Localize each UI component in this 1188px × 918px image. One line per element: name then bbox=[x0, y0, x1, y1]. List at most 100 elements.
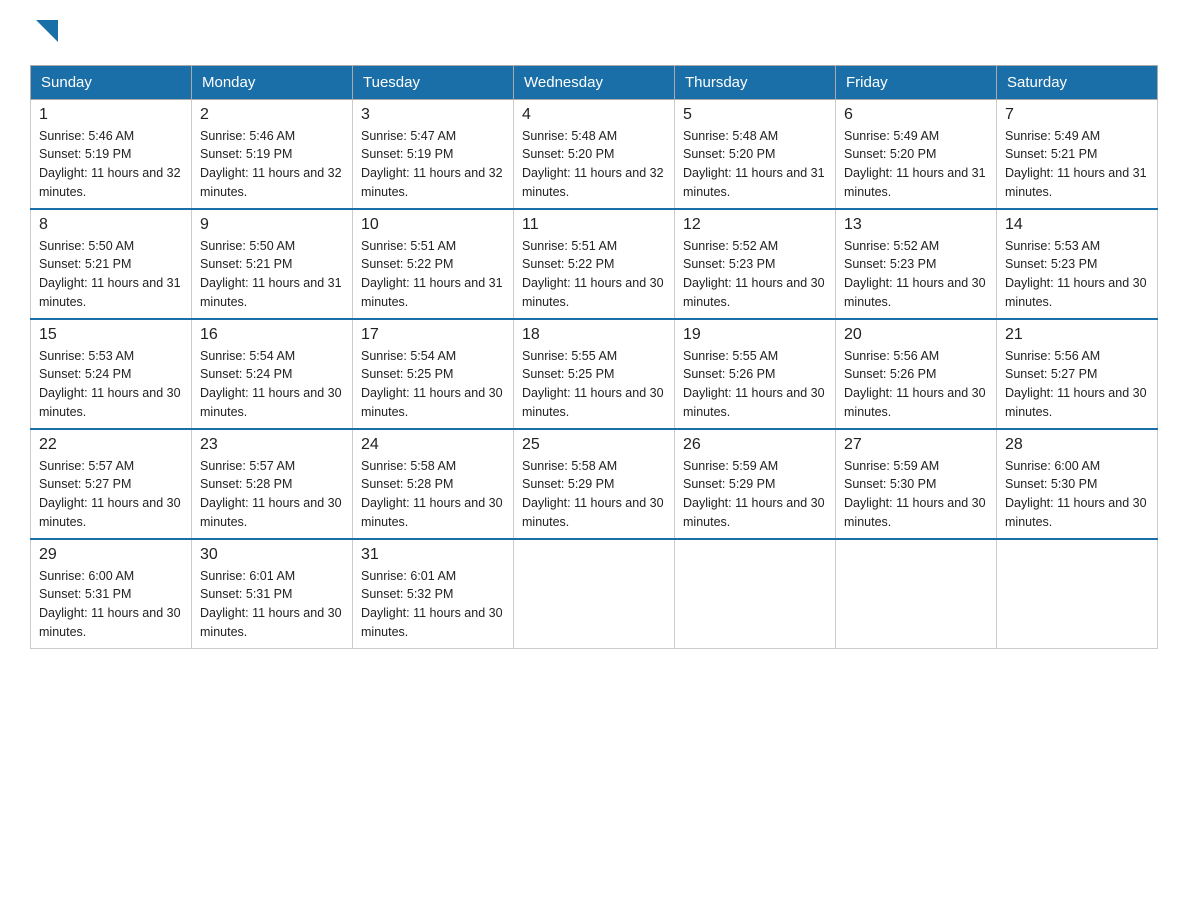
calendar-cell: 8 Sunrise: 5:50 AMSunset: 5:21 PMDaylight… bbox=[31, 209, 192, 319]
day-number: 17 bbox=[361, 326, 505, 344]
day-info: Sunrise: 6:01 AMSunset: 5:32 PMDaylight:… bbox=[361, 567, 505, 642]
day-number: 18 bbox=[522, 326, 666, 344]
day-number: 28 bbox=[1005, 436, 1149, 454]
day-number: 7 bbox=[1005, 106, 1149, 124]
day-info: Sunrise: 5:49 AMSunset: 5:20 PMDaylight:… bbox=[844, 127, 988, 202]
calendar-cell: 11 Sunrise: 5:51 AMSunset: 5:22 PMDayligh… bbox=[514, 209, 675, 319]
day-info: Sunrise: 5:48 AMSunset: 5:20 PMDaylight:… bbox=[683, 127, 827, 202]
calendar-cell: 18 Sunrise: 5:55 AMSunset: 5:25 PMDayligh… bbox=[514, 319, 675, 429]
day-info: Sunrise: 6:01 AMSunset: 5:31 PMDaylight:… bbox=[200, 567, 344, 642]
page-header bbox=[30, 20, 1158, 47]
calendar-cell: 12 Sunrise: 5:52 AMSunset: 5:23 PMDayligh… bbox=[675, 209, 836, 319]
day-number: 30 bbox=[200, 546, 344, 564]
calendar-cell: 4Sunrise: 5:48 AMSunset: 5:20 PMDaylight… bbox=[514, 99, 675, 209]
calendar-cell bbox=[997, 539, 1158, 649]
logo-triangle-icon bbox=[36, 20, 58, 42]
day-number: 13 bbox=[844, 216, 988, 234]
calendar-cell bbox=[836, 539, 997, 649]
calendar-cell: 27 Sunrise: 5:59 AMSunset: 5:30 PMDayligh… bbox=[836, 429, 997, 539]
calendar-week-row: 22Sunrise: 5:57 AMSunset: 5:27 PMDayligh… bbox=[31, 429, 1158, 539]
calendar-cell: 2 Sunrise: 5:46 AMSunset: 5:19 PMDaylight… bbox=[192, 99, 353, 209]
day-number: 27 bbox=[844, 436, 988, 454]
day-header-sunday: Sunday bbox=[31, 65, 192, 99]
day-number: 8 bbox=[39, 216, 183, 234]
day-info: Sunrise: 5:54 AMSunset: 5:25 PMDaylight:… bbox=[361, 347, 505, 422]
calendar-table: SundayMondayTuesdayWednesdayThursdayFrid… bbox=[30, 65, 1158, 649]
day-info: Sunrise: 5:52 AMSunset: 5:23 PMDaylight:… bbox=[683, 237, 827, 312]
day-info: Sunrise: 6:00 AMSunset: 5:31 PMDaylight:… bbox=[39, 567, 183, 642]
day-number: 9 bbox=[200, 216, 344, 234]
day-header-friday: Friday bbox=[836, 65, 997, 99]
calendar-week-row: 29 Sunrise: 6:00 AMSunset: 5:31 PMDayligh… bbox=[31, 539, 1158, 649]
day-info: Sunrise: 5:55 AMSunset: 5:25 PMDaylight:… bbox=[522, 347, 666, 422]
day-header-wednesday: Wednesday bbox=[514, 65, 675, 99]
calendar-cell: 15 Sunrise: 5:53 AMSunset: 5:24 PMDayligh… bbox=[31, 319, 192, 429]
day-number: 3 bbox=[361, 106, 505, 124]
day-info: Sunrise: 5:56 AMSunset: 5:26 PMDaylight:… bbox=[844, 347, 988, 422]
calendar-week-row: 8 Sunrise: 5:50 AMSunset: 5:21 PMDaylight… bbox=[31, 209, 1158, 319]
calendar-cell: 22Sunrise: 5:57 AMSunset: 5:27 PMDayligh… bbox=[31, 429, 192, 539]
day-header-monday: Monday bbox=[192, 65, 353, 99]
calendar-week-row: 15 Sunrise: 5:53 AMSunset: 5:24 PMDayligh… bbox=[31, 319, 1158, 429]
calendar-week-row: 1 Sunrise: 5:46 AMSunset: 5:19 PMDaylight… bbox=[31, 99, 1158, 209]
day-info: Sunrise: 5:57 AMSunset: 5:28 PMDaylight:… bbox=[200, 457, 344, 532]
day-header-saturday: Saturday bbox=[997, 65, 1158, 99]
day-number: 20 bbox=[844, 326, 988, 344]
day-info: Sunrise: 5:56 AMSunset: 5:27 PMDaylight:… bbox=[1005, 347, 1149, 422]
day-info: Sunrise: 5:51 AMSunset: 5:22 PMDaylight:… bbox=[361, 237, 505, 312]
day-header-thursday: Thursday bbox=[675, 65, 836, 99]
day-info: Sunrise: 5:58 AMSunset: 5:29 PMDaylight:… bbox=[522, 457, 666, 532]
calendar-cell bbox=[675, 539, 836, 649]
day-info: Sunrise: 5:58 AMSunset: 5:28 PMDaylight:… bbox=[361, 457, 505, 532]
calendar-cell: 3 Sunrise: 5:47 AMSunset: 5:19 PMDaylight… bbox=[353, 99, 514, 209]
day-number: 10 bbox=[361, 216, 505, 234]
day-info: Sunrise: 5:51 AMSunset: 5:22 PMDaylight:… bbox=[522, 237, 666, 312]
calendar-cell: 17 Sunrise: 5:54 AMSunset: 5:25 PMDayligh… bbox=[353, 319, 514, 429]
day-number: 19 bbox=[683, 326, 827, 344]
day-info: Sunrise: 5:50 AMSunset: 5:21 PMDaylight:… bbox=[39, 237, 183, 312]
day-info: Sunrise: 5:49 AMSunset: 5:21 PMDaylight:… bbox=[1005, 127, 1149, 202]
day-info: Sunrise: 6:00 AMSunset: 5:30 PMDaylight:… bbox=[1005, 457, 1149, 532]
calendar-cell: 13 Sunrise: 5:52 AMSunset: 5:23 PMDayligh… bbox=[836, 209, 997, 319]
calendar-cell: 26Sunrise: 5:59 AMSunset: 5:29 PMDayligh… bbox=[675, 429, 836, 539]
day-number: 12 bbox=[683, 216, 827, 234]
day-number: 25 bbox=[522, 436, 666, 454]
calendar-cell: 28 Sunrise: 6:00 AMSunset: 5:30 PMDayligh… bbox=[997, 429, 1158, 539]
day-info: Sunrise: 5:47 AMSunset: 5:19 PMDaylight:… bbox=[361, 127, 505, 202]
calendar-cell: 10 Sunrise: 5:51 AMSunset: 5:22 PMDayligh… bbox=[353, 209, 514, 319]
day-info: Sunrise: 5:59 AMSunset: 5:30 PMDaylight:… bbox=[844, 457, 988, 532]
calendar-cell: 16 Sunrise: 5:54 AMSunset: 5:24 PMDayligh… bbox=[192, 319, 353, 429]
calendar-cell: 9 Sunrise: 5:50 AMSunset: 5:21 PMDaylight… bbox=[192, 209, 353, 319]
day-number: 15 bbox=[39, 326, 183, 344]
day-info: Sunrise: 5:48 AMSunset: 5:20 PMDaylight:… bbox=[522, 127, 666, 202]
logo bbox=[30, 20, 58, 47]
day-info: Sunrise: 5:52 AMSunset: 5:23 PMDaylight:… bbox=[844, 237, 988, 312]
day-number: 11 bbox=[522, 216, 666, 234]
day-info: Sunrise: 5:50 AMSunset: 5:21 PMDaylight:… bbox=[200, 237, 344, 312]
day-header-tuesday: Tuesday bbox=[353, 65, 514, 99]
calendar-cell: 21 Sunrise: 5:56 AMSunset: 5:27 PMDayligh… bbox=[997, 319, 1158, 429]
day-number: 29 bbox=[39, 546, 183, 564]
day-number: 6 bbox=[844, 106, 988, 124]
day-number: 14 bbox=[1005, 216, 1149, 234]
day-number: 26 bbox=[683, 436, 827, 454]
calendar-cell: 23Sunrise: 5:57 AMSunset: 5:28 PMDayligh… bbox=[192, 429, 353, 539]
day-number: 1 bbox=[39, 106, 183, 124]
calendar-cell: 29 Sunrise: 6:00 AMSunset: 5:31 PMDayligh… bbox=[31, 539, 192, 649]
calendar-cell: 30 Sunrise: 6:01 AMSunset: 5:31 PMDayligh… bbox=[192, 539, 353, 649]
calendar-cell: 31 Sunrise: 6:01 AMSunset: 5:32 PMDayligh… bbox=[353, 539, 514, 649]
day-info: Sunrise: 5:53 AMSunset: 5:23 PMDaylight:… bbox=[1005, 237, 1149, 312]
day-number: 31 bbox=[361, 546, 505, 564]
calendar-cell: 19Sunrise: 5:55 AMSunset: 5:26 PMDayligh… bbox=[675, 319, 836, 429]
day-number: 16 bbox=[200, 326, 344, 344]
calendar-cell: 14 Sunrise: 5:53 AMSunset: 5:23 PMDayligh… bbox=[997, 209, 1158, 319]
day-number: 24 bbox=[361, 436, 505, 454]
day-number: 2 bbox=[200, 106, 344, 124]
day-number: 5 bbox=[683, 106, 827, 124]
day-info: Sunrise: 5:54 AMSunset: 5:24 PMDaylight:… bbox=[200, 347, 344, 422]
day-info: Sunrise: 5:46 AMSunset: 5:19 PMDaylight:… bbox=[39, 127, 183, 202]
day-info: Sunrise: 5:46 AMSunset: 5:19 PMDaylight:… bbox=[200, 127, 344, 202]
day-info: Sunrise: 5:53 AMSunset: 5:24 PMDaylight:… bbox=[39, 347, 183, 422]
day-number: 21 bbox=[1005, 326, 1149, 344]
calendar-cell bbox=[514, 539, 675, 649]
